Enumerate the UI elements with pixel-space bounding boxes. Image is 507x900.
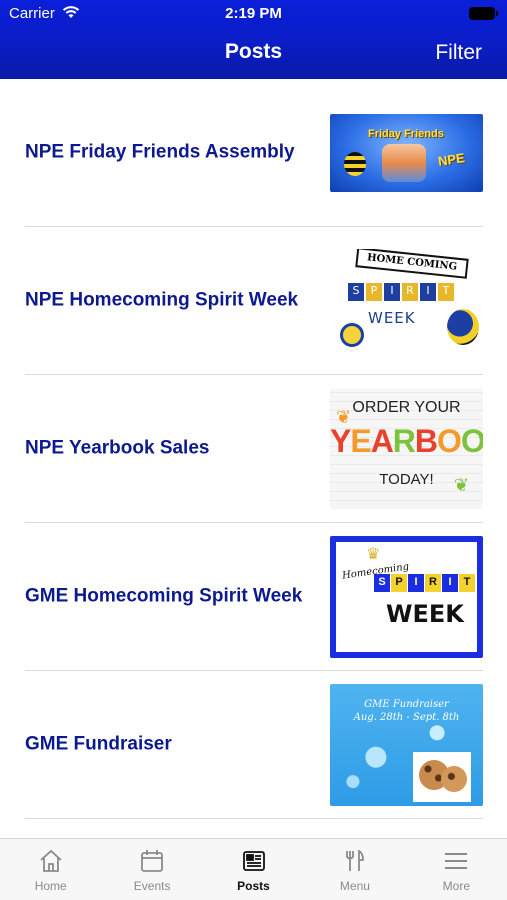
post-row[interactable]: GME Fundraiser GME Fundraiser Aug. 28th … bbox=[25, 671, 483, 819]
post-title: GME Fundraiser bbox=[25, 733, 172, 755]
thumb-text: R bbox=[425, 573, 441, 592]
cookies-image bbox=[413, 751, 471, 802]
tab-bar: Home Events Posts Menu More bbox=[0, 838, 507, 900]
nav-header: Carrier 2:19 PM Posts Filter bbox=[0, 0, 507, 79]
crown-icon: ♛ bbox=[366, 545, 381, 563]
thumb-text: WEEK bbox=[368, 308, 416, 327]
tab-events[interactable]: Events bbox=[101, 839, 202, 900]
thumb-text: S bbox=[348, 282, 364, 301]
hamburger-icon bbox=[445, 853, 468, 869]
post-thumbnail: HOME COMING S P I R I T WEEK bbox=[330, 248, 483, 353]
thumb-text: I bbox=[384, 282, 400, 301]
page-title: Posts bbox=[224, 40, 283, 63]
thumb-letter: E bbox=[350, 422, 371, 459]
tab-label: Home bbox=[34, 879, 67, 893]
battery-icon bbox=[469, 7, 498, 20]
thumb-text: S bbox=[374, 573, 390, 592]
clock: 2:19 PM bbox=[225, 5, 282, 22]
post-thumbnail: ♛ Homecoming S P I R I T WEEK bbox=[330, 535, 483, 658]
bee-mascot-graphic bbox=[447, 308, 479, 345]
butterfly-icon: ❦ bbox=[453, 474, 469, 495]
status-bar: Carrier 2:19 PM bbox=[0, 0, 507, 28]
tab-label: Events bbox=[133, 879, 171, 893]
thumb-text: T bbox=[459, 573, 475, 592]
post-title: GME Homecoming Spirit Week bbox=[25, 585, 303, 607]
thumb-text: T bbox=[438, 282, 454, 301]
tab-label: More bbox=[442, 879, 470, 893]
thumb-text: I bbox=[408, 573, 424, 592]
post-title: NPE Homecoming Spirit Week bbox=[25, 289, 299, 311]
spirit-flags: S P I R I T bbox=[374, 573, 475, 592]
thumb-text: GME Fundraiser Aug. 28th - Sept. 8th bbox=[353, 698, 460, 724]
tab-menu[interactable]: Menu bbox=[304, 839, 405, 900]
thumb-text: WEEK bbox=[386, 599, 464, 628]
home-icon bbox=[40, 849, 62, 872]
calendar-icon bbox=[141, 850, 164, 872]
post-row[interactable]: NPE Homecoming Spirit Week HOME COMING S… bbox=[25, 227, 483, 375]
bee-mascot-graphic bbox=[344, 151, 366, 176]
post-list: NPE Friday Friends Assembly Friday Frien… bbox=[0, 79, 507, 819]
post-row[interactable]: GME Homecoming Spirit Week ♛ Homecoming … bbox=[25, 523, 483, 671]
tab-posts[interactable]: Posts bbox=[203, 839, 304, 900]
thumb-letter: A bbox=[370, 422, 394, 459]
thumb-text: ORDER YOUR bbox=[352, 398, 461, 416]
thumb-text: P bbox=[391, 573, 407, 592]
thumb-text: P bbox=[366, 282, 382, 301]
thumb-text: I bbox=[442, 573, 458, 592]
thumb-letter: B bbox=[414, 422, 438, 459]
thumb-text: YEARBOOK bbox=[330, 423, 483, 460]
thumb-text: Friday Friends bbox=[368, 127, 444, 140]
thumb-text: R bbox=[402, 282, 418, 301]
newspaper-icon bbox=[242, 851, 265, 871]
post-thumbnail: ❦ ORDER YOUR YEARBOOK TODAY! ❦ bbox=[330, 388, 483, 509]
post-thumbnail: GME Fundraiser Aug. 28th - Sept. 8th bbox=[330, 683, 483, 806]
thumb-letter: Y bbox=[330, 422, 351, 459]
school-logo bbox=[340, 322, 364, 347]
thumb-text: NPE bbox=[437, 149, 466, 169]
spirit-flags: S P I R I T bbox=[348, 282, 454, 301]
tab-home[interactable]: Home bbox=[0, 839, 101, 900]
filter-button[interactable]: Filter bbox=[435, 41, 482, 65]
thumb-text: HOME COMING bbox=[355, 248, 469, 279]
thumb-letter: O bbox=[460, 422, 483, 459]
children-graphic bbox=[382, 143, 426, 182]
post-row[interactable]: NPE Yearbook Sales ❦ ORDER YOUR YEARBOOK… bbox=[25, 375, 483, 523]
post-row[interactable]: NPE Friday Friends Assembly Friday Frien… bbox=[25, 79, 483, 227]
post-title: NPE Friday Friends Assembly bbox=[25, 141, 295, 163]
tab-more[interactable]: More bbox=[406, 839, 507, 900]
thumb-text: I bbox=[420, 282, 436, 301]
post-thumbnail: Friday Friends NPE bbox=[330, 113, 483, 192]
post-title: NPE Yearbook Sales bbox=[25, 437, 210, 459]
thumb-letter: O bbox=[437, 422, 462, 459]
thumb-letter: R bbox=[392, 422, 416, 459]
tab-label: Posts bbox=[237, 879, 270, 893]
tab-label: Menu bbox=[339, 879, 370, 893]
fork-knife-icon bbox=[346, 849, 364, 871]
